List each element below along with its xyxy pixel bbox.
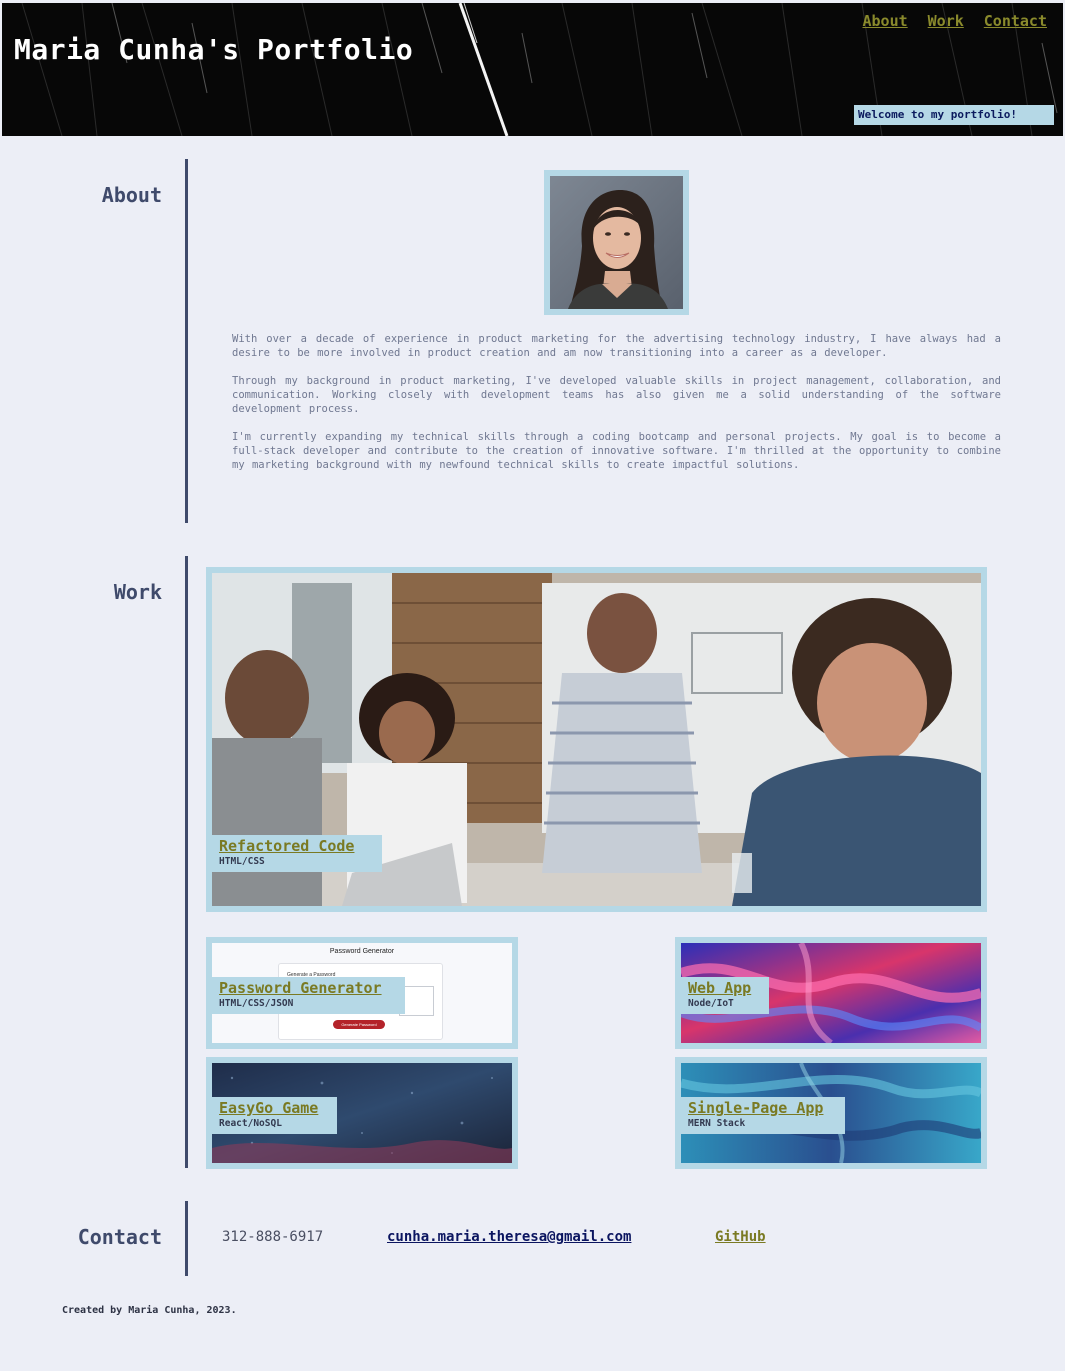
- about-text: With over a decade of experience in prod…: [232, 332, 1001, 486]
- contact-divider: [185, 1201, 188, 1276]
- project-tech: HTML/CSS/JSON: [219, 998, 294, 1009]
- contact-github-link[interactable]: GitHub: [715, 1229, 766, 1245]
- page: Maria Cunha's Portfolio About Work Conta…: [0, 0, 1065, 1371]
- nav-link-work[interactable]: Work: [928, 12, 964, 30]
- project-tech: MERN Stack: [688, 1118, 746, 1129]
- project-tech: React/NoSQL: [219, 1118, 282, 1129]
- project-card-featured[interactable]: Refactored Code HTML/CSS: [206, 567, 987, 912]
- site-header: Maria Cunha's Portfolio About Work Conta…: [2, 3, 1063, 136]
- project-link[interactable]: Single-Page App: [688, 1099, 833, 1117]
- project-card-easygo-game[interactable]: EasyGo Game React/NoSQL: [206, 1057, 518, 1169]
- project-label: Password Generator HTML/CSS/JSON: [212, 977, 405, 1014]
- project-label: EasyGo Game React/NoSQL: [212, 1097, 337, 1134]
- about-divider: [185, 159, 188, 523]
- project-card-web-app[interactable]: Web App Node/IoT: [675, 937, 987, 1049]
- profile-photo: [550, 176, 683, 309]
- contact-heading: Contact: [77, 1225, 162, 1249]
- work-divider: [185, 556, 188, 1168]
- project-link[interactable]: Web App: [688, 979, 757, 997]
- contact-phone: 312-888-6917: [222, 1229, 324, 1245]
- nav-link-about[interactable]: About: [863, 12, 908, 30]
- project-label: Web App Node/IoT: [681, 977, 769, 1014]
- profile-photo-frame: [544, 170, 689, 315]
- about-heading: About: [101, 183, 162, 207]
- about-paragraph: Through my background in product marketi…: [232, 375, 1001, 415]
- contact-email-link[interactable]: cunha.maria.theresa@gmail.com: [387, 1229, 631, 1245]
- project-link[interactable]: EasyGo Game: [219, 1099, 325, 1117]
- work-heading: Work: [113, 580, 162, 604]
- nav-link-contact[interactable]: Contact: [984, 12, 1047, 30]
- footer-text: Created by Maria Cunha, 2023.: [62, 1305, 237, 1316]
- project-link[interactable]: Refactored Code: [219, 837, 370, 855]
- screenshot-title: Password Generator: [329, 948, 395, 955]
- about-paragraph: With over a decade of experience in prod…: [232, 333, 1001, 359]
- project-tech: HTML/CSS: [219, 856, 265, 867]
- project-card-password-generator[interactable]: Password Generator Generate a Password G…: [206, 937, 518, 1049]
- project-link[interactable]: Password Generator: [219, 979, 393, 997]
- screenshot-button: Generate Password: [333, 1020, 385, 1029]
- welcome-banner: Welcome to my portfolio!: [854, 105, 1054, 125]
- about-paragraph: I'm currently expanding my technical ski…: [232, 431, 1001, 471]
- project-label: Single-Page App MERN Stack: [681, 1097, 845, 1134]
- project-card-single-page-app[interactable]: Single-Page App MERN Stack: [675, 1057, 987, 1169]
- site-title: Maria Cunha's Portfolio: [14, 33, 414, 66]
- main-nav: About Work Contact: [863, 12, 1048, 30]
- project-label: Refactored Code HTML/CSS: [212, 835, 382, 872]
- project-tech: Node/IoT: [688, 998, 734, 1009]
